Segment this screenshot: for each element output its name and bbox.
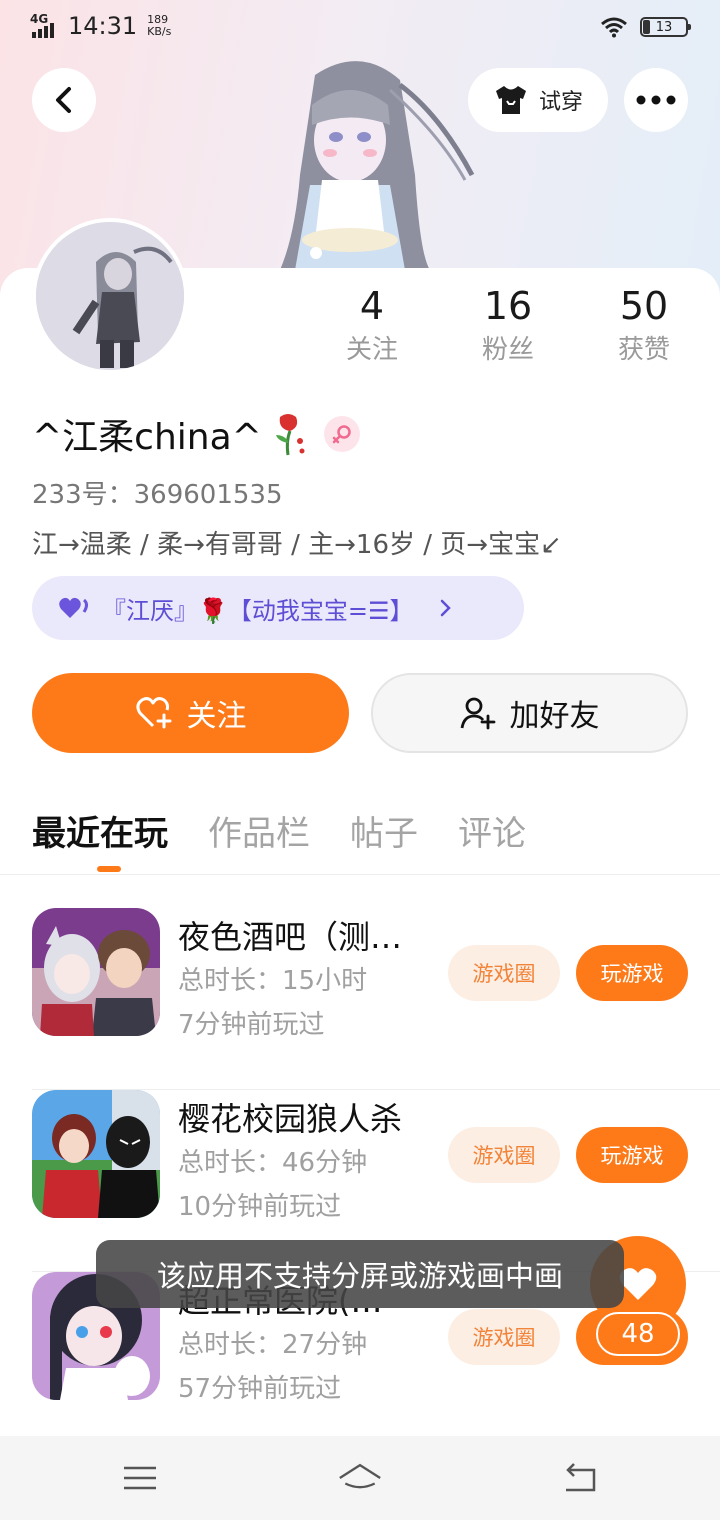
more-dots-icon bbox=[636, 95, 676, 105]
female-gender-icon bbox=[323, 416, 360, 452]
heart-icon bbox=[619, 1268, 657, 1300]
try-on-label: 试穿 bbox=[538, 90, 583, 115]
stat-value: 4 bbox=[359, 284, 385, 328]
status-time: 14:31 bbox=[68, 12, 138, 40]
tab-recently-played[interactable]: 最近在玩 bbox=[32, 806, 168, 855]
stat-fans[interactable]: 16 粉丝 bbox=[448, 282, 568, 370]
avatar-character-image bbox=[36, 222, 184, 370]
heart-plus-icon bbox=[135, 697, 171, 729]
play-game-button[interactable]: 玩游戏 bbox=[576, 1127, 688, 1183]
username-row: ^江柔china^ bbox=[32, 408, 360, 460]
battery-level: 13 bbox=[655, 19, 673, 35]
status-bar: 4G 14:31 189 KB/s 13 bbox=[0, 0, 720, 56]
game-circle-button[interactable]: 游戏圈 bbox=[448, 1127, 560, 1183]
system-navigation-bar bbox=[0, 1436, 720, 1520]
stat-label: 关注 bbox=[345, 335, 398, 365]
stat-label: 获赞 bbox=[617, 335, 670, 365]
chevron-right-icon bbox=[440, 599, 451, 617]
add-friend-button[interactable]: 加好友 bbox=[371, 673, 688, 753]
back-button[interactable] bbox=[32, 68, 96, 132]
home-button[interactable] bbox=[338, 1458, 382, 1498]
divider bbox=[0, 874, 720, 875]
battery-icon: 13 bbox=[640, 17, 691, 37]
game-title: 夜色酒吧（测… bbox=[178, 918, 403, 956]
game-last-played: 7分钟前玩过 bbox=[178, 1010, 325, 1040]
try-on-button[interactable]: 试穿 bbox=[468, 68, 608, 132]
stat-following[interactable]: 4 关注 bbox=[312, 282, 432, 370]
tab-comments[interactable]: 评论 bbox=[458, 806, 526, 855]
stat-likes[interactable]: 50 获赞 bbox=[584, 282, 704, 370]
back-arrow-icon bbox=[56, 87, 71, 113]
tab-works[interactable]: 作品栏 bbox=[208, 806, 310, 855]
signal-icon: 4G bbox=[30, 12, 60, 40]
add-friend-label: 加好友 bbox=[509, 699, 600, 734]
stat-value: 50 bbox=[619, 284, 669, 328]
tab-posts[interactable]: 帖子 bbox=[350, 806, 418, 855]
wilted-rose-icon bbox=[275, 414, 305, 456]
avatar[interactable] bbox=[32, 218, 188, 374]
game-duration: 总时长：15小时 bbox=[178, 966, 368, 996]
tshirt-icon bbox=[495, 86, 526, 114]
list-item[interactable]: 夜色酒吧（测… 总时长：15小时 7分钟前玩过 游戏圈 玩游戏 bbox=[0, 908, 720, 1090]
menu-icon bbox=[124, 1466, 156, 1490]
more-options-button[interactable] bbox=[624, 68, 688, 132]
heart-icon bbox=[59, 597, 88, 618]
like-count: 48 bbox=[596, 1312, 680, 1356]
game-last-played: 10分钟前玩过 bbox=[178, 1192, 342, 1222]
game-last-played: 57分钟前玩过 bbox=[178, 1374, 342, 1404]
follow-label: 关注 bbox=[186, 699, 247, 734]
game-duration: 总时长：46分钟 bbox=[178, 1148, 368, 1178]
toast-message: 该应用不支持分屏或游戏画中画 bbox=[96, 1240, 624, 1308]
menu-button[interactable] bbox=[118, 1458, 162, 1498]
game-icon bbox=[32, 1090, 160, 1218]
back-nav-button[interactable] bbox=[558, 1458, 602, 1498]
follow-button[interactable]: 关注 bbox=[32, 673, 349, 753]
network-speed: 189 KB/s bbox=[147, 13, 172, 38]
game-icon bbox=[32, 908, 160, 1036]
play-game-button[interactable]: 玩游戏 bbox=[576, 945, 688, 1001]
guild-text: 『江厌』🌹【动我宝宝=☰】 bbox=[102, 596, 414, 625]
game-circle-button[interactable]: 游戏圈 bbox=[448, 1309, 560, 1365]
add-person-icon bbox=[460, 697, 495, 730]
game-circle-button[interactable]: 游戏圈 bbox=[448, 945, 560, 1001]
stat-value: 16 bbox=[483, 284, 533, 328]
wifi-icon bbox=[601, 17, 627, 38]
game-title: 樱花校园狼人杀 bbox=[178, 1100, 403, 1138]
user-id: 233号：369601535 bbox=[32, 480, 283, 510]
active-tab-indicator bbox=[97, 866, 121, 872]
game-duration: 总时长：27分钟 bbox=[178, 1330, 368, 1360]
home-icon bbox=[339, 1463, 381, 1489]
character-illustration bbox=[280, 61, 475, 270]
profile-tabs: 最近在玩 作品栏 帖子 评论 bbox=[32, 806, 566, 855]
bio: 江→温柔 / 柔→有哥哥 / 主→16岁 / 页→宝宝↙ bbox=[32, 530, 562, 560]
return-icon bbox=[566, 1463, 596, 1492]
guild-badge[interactable]: 『江厌』🌹【动我宝宝=☰】 bbox=[32, 576, 524, 640]
username: ^江柔china^ bbox=[32, 417, 262, 458]
stat-label: 粉丝 bbox=[481, 335, 534, 365]
